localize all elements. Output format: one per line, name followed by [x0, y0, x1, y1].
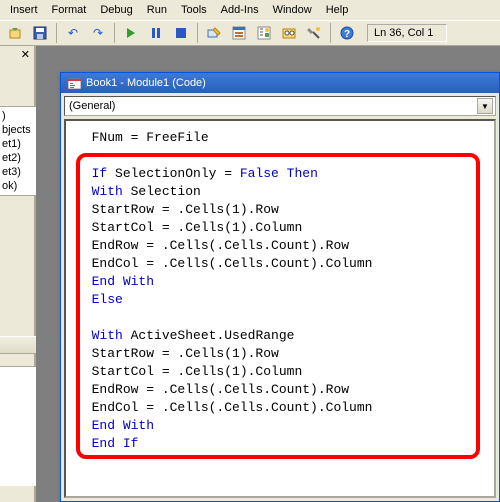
- redo-icon[interactable]: ↷: [87, 22, 109, 44]
- project-tree[interactable]: ) bjects et1) et2) et3) ok): [0, 106, 38, 196]
- project-panel: ✕ ) bjects et1) et2) et3) ok): [0, 46, 36, 502]
- code-editor[interactable]: FNum = FreeFile If SelectionOnly = False…: [64, 119, 496, 498]
- tree-node: et2): [0, 151, 38, 165]
- properties-header: [0, 336, 38, 354]
- menu-format[interactable]: Format: [46, 2, 93, 18]
- tree-node: et3): [0, 165, 38, 179]
- code-dropdown-row: (General) ▼: [61, 93, 499, 119]
- toolbar-separator: [330, 23, 331, 43]
- code-window: Book1 - Module1 (Code) (General) ▼ FNum …: [60, 72, 500, 502]
- object-dropdown-value: (General): [69, 100, 115, 112]
- module-icon: [67, 76, 81, 90]
- help-icon[interactable]: ?: [336, 22, 358, 44]
- toolbar: ↶ ↷ ? Ln 36, Col 1: [0, 20, 500, 46]
- workspace: ✕ ) bjects et1) et2) et3) ok) Book1 - Mo…: [0, 46, 500, 502]
- code-text[interactable]: FNum = FreeFile If SelectionOnly = False…: [66, 121, 494, 461]
- object-dropdown[interactable]: (General) ▼: [64, 96, 496, 116]
- toolbox-icon[interactable]: [303, 22, 325, 44]
- code-window-titlebar[interactable]: Book1 - Module1 (Code): [61, 73, 499, 93]
- design-mode-icon[interactable]: [203, 22, 225, 44]
- save-icon[interactable]: [29, 22, 51, 44]
- code-window-title: Book1 - Module1 (Code): [86, 77, 206, 89]
- run-icon[interactable]: [120, 22, 142, 44]
- menu-insert[interactable]: Insert: [4, 2, 44, 18]
- tree-node: et1): [0, 137, 38, 151]
- toolbar-separator: [56, 23, 57, 43]
- pause-icon[interactable]: [145, 22, 167, 44]
- chevron-down-icon[interactable]: ▼: [477, 98, 493, 114]
- tree-node: bjects: [0, 123, 38, 137]
- menu-addins[interactable]: Add-Ins: [215, 2, 265, 18]
- cursor-position: Ln 36, Col 1: [367, 24, 447, 42]
- properties-panel[interactable]: [0, 366, 38, 486]
- object-browser-icon[interactable]: [278, 22, 300, 44]
- svg-text:?: ?: [344, 29, 350, 40]
- panel-close-icon[interactable]: ✕: [0, 46, 34, 63]
- toolbar-separator: [114, 23, 115, 43]
- properties-icon[interactable]: [253, 22, 275, 44]
- menu-tools[interactable]: Tools: [175, 2, 213, 18]
- import-icon[interactable]: [4, 22, 26, 44]
- tree-node: ): [0, 109, 38, 123]
- undo-icon[interactable]: ↶: [62, 22, 84, 44]
- tree-node: ok): [0, 179, 38, 193]
- menu-run[interactable]: Run: [141, 2, 173, 18]
- menu-window[interactable]: Window: [267, 2, 318, 18]
- mdi-area: Book1 - Module1 (Code) (General) ▼ FNum …: [36, 46, 500, 502]
- menu-help[interactable]: Help: [320, 2, 355, 18]
- project-explorer-icon[interactable]: [228, 22, 250, 44]
- menu-bar: Insert Format Debug Run Tools Add-Ins Wi…: [0, 0, 500, 20]
- toolbar-separator: [197, 23, 198, 43]
- stop-icon[interactable]: [170, 22, 192, 44]
- menu-debug[interactable]: Debug: [94, 2, 138, 18]
